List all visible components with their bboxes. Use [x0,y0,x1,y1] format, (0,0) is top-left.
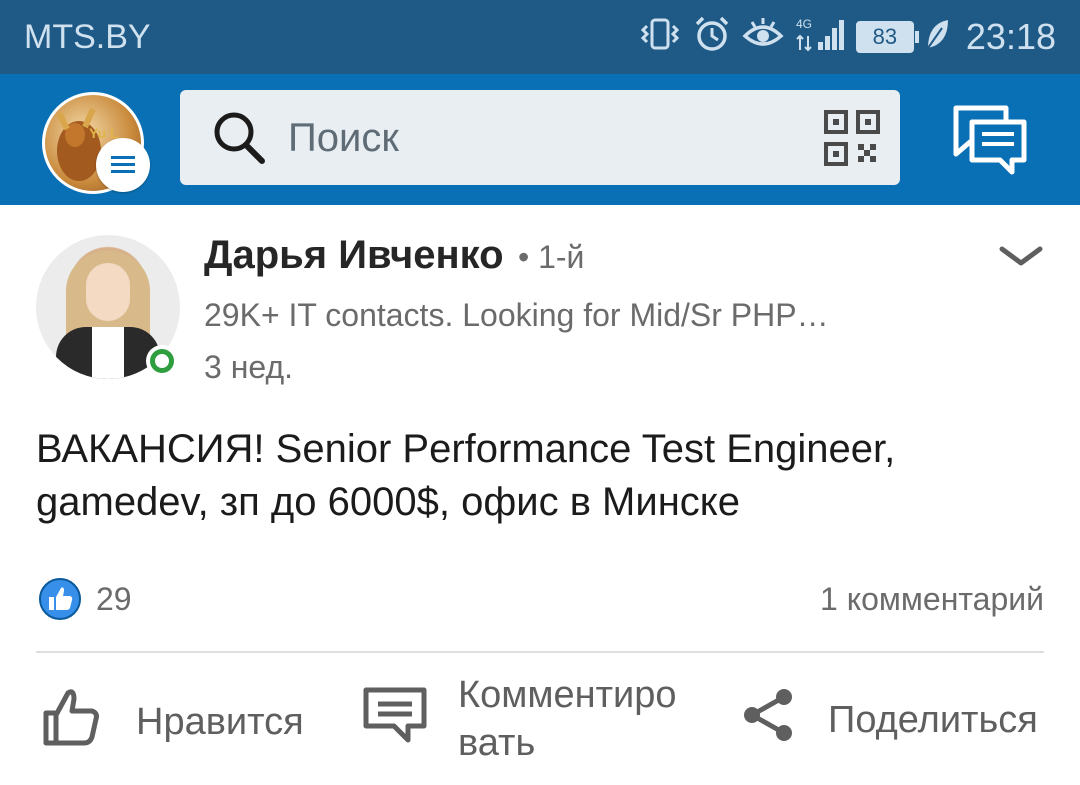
post-text: ВАКАНСИЯ! Senior Performance Test Engine… [36,427,896,524]
divider [36,651,1044,653]
battery-icon: 83 [855,20,919,53]
like-count[interactable]: 29 [96,581,132,618]
search-bar[interactable]: Поиск [180,90,900,185]
thumbs-up-icon [40,685,104,759]
connection-degree: • 1-й [518,239,585,275]
alarm-icon [692,14,732,59]
share-label: Поделиться [828,698,1038,741]
app-bar: Yu L Поиск [0,74,1080,205]
comment-button[interactable]: Комментиро вать [362,671,718,767]
share-button[interactable]: Поделиться [738,685,1038,755]
status-bar: MTS.BY 4G 83 23:18 [0,0,1080,74]
author-headline: 29K+ IT contacts. Looking for Mid/Sr PHP… [204,297,829,333]
eye-icon [742,14,784,59]
comment-icon [362,684,428,754]
signal-icon: 4G [794,14,846,59]
share-icon [738,685,798,755]
feed-post: Дарья Ивченко • 1-й 29K+ IT contacts. Lo… [0,205,1080,785]
vibrate-icon [638,14,682,59]
qr-code-icon[interactable] [824,110,880,171]
search-input[interactable]: Поиск [288,116,399,161]
network-type-label: 4G [796,17,812,31]
messaging-icon[interactable] [950,98,1030,183]
status-icons: 4G 83 23:18 [638,14,1056,59]
author-name[interactable]: Дарья Ивченко [204,233,504,278]
comment-count[interactable]: 1 комментарий [820,581,1044,618]
post-time: 3 нед. [204,349,294,385]
search-icon [210,110,270,171]
carrier-label: MTS.BY [24,18,151,56]
comment-label: Комментиро вать [458,674,677,764]
like-reaction-icon [38,577,82,626]
chevron-down-icon[interactable] [998,241,1044,276]
clock: 23:18 [965,15,1056,57]
like-button[interactable]: Нравится [40,685,304,759]
online-status-icon [146,345,178,377]
leaf-icon [924,14,950,59]
like-label: Нравится [136,700,304,743]
menu-icon[interactable] [96,138,150,192]
